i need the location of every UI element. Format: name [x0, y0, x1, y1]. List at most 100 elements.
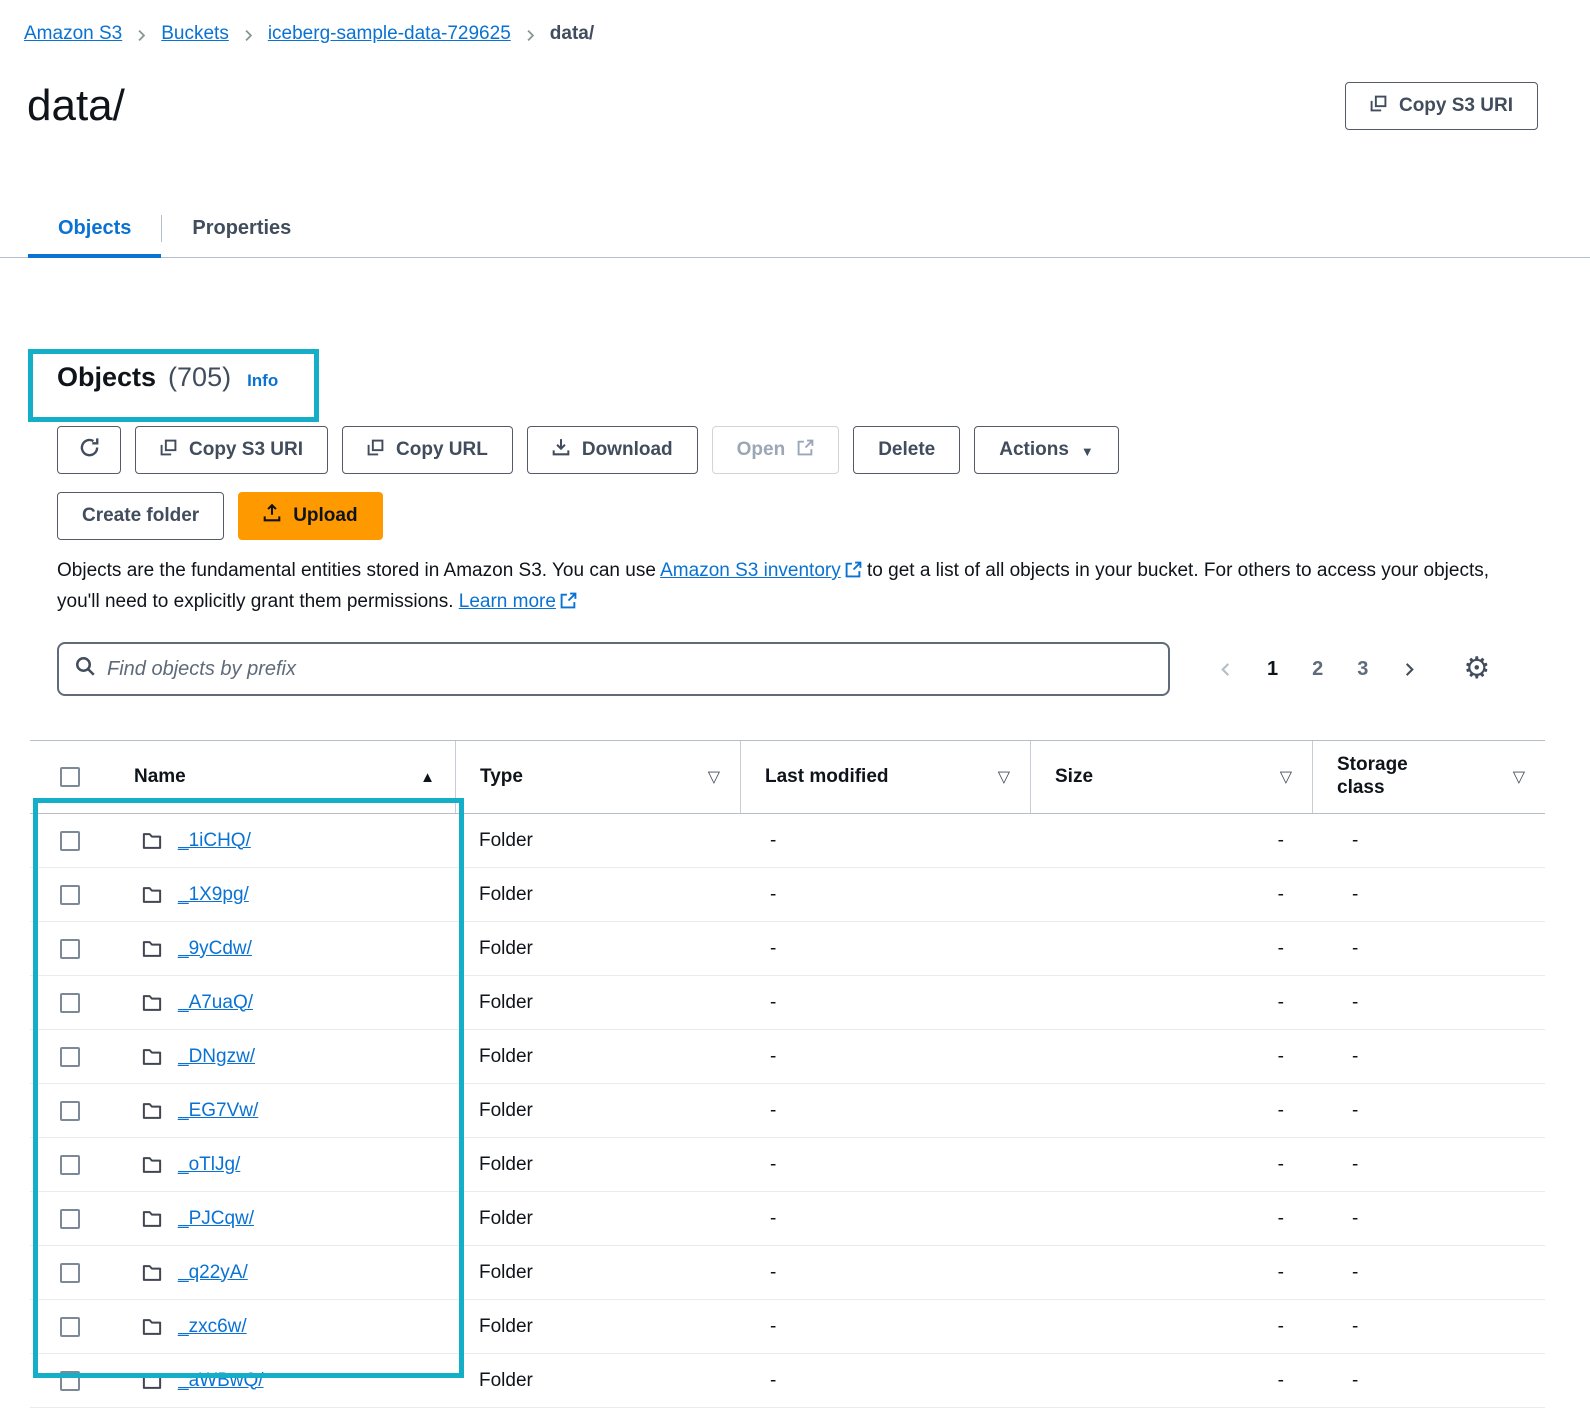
pagination-page-2[interactable]: 2: [1312, 658, 1323, 681]
copy-s3-uri-button[interactable]: Copy S3 URI: [135, 426, 328, 474]
row-checkbox[interactable]: [60, 1263, 80, 1283]
object-last-modified: -: [740, 1370, 1030, 1392]
row-checkbox[interactable]: [60, 885, 80, 905]
create-folder-button-label: Create folder: [82, 505, 199, 527]
objects-count: (705): [168, 362, 231, 393]
column-header-storage-class[interactable]: Storage class ▽: [1312, 741, 1545, 813]
sort-ascending-icon[interactable]: ▲: [420, 769, 435, 786]
pagination-next-button[interactable]: [1402, 662, 1417, 677]
row-checkbox-cell: [30, 1155, 110, 1175]
copy-url-button-label: Copy URL: [396, 439, 488, 461]
object-size: -: [1030, 1316, 1312, 1338]
column-header-size[interactable]: Size ▽: [1030, 741, 1312, 813]
info-link[interactable]: Info: [247, 371, 278, 391]
find-objects-input[interactable]: [107, 658, 1152, 681]
objects-toolbar-row-2: Create folder Upload: [57, 492, 1545, 540]
object-storage-class: -: [1312, 1316, 1545, 1338]
objects-table: Name ▲ Type ▽ Last modified ▽ Size ▽ Sto…: [30, 740, 1545, 1408]
open-button[interactable]: Open: [712, 426, 840, 474]
filter-icon[interactable]: ▽: [1280, 767, 1292, 787]
delete-button-label: Delete: [878, 439, 935, 461]
object-name-link[interactable]: _EG7Vw/: [178, 1100, 258, 1122]
table-row: _q22yA/ Folder - - -: [30, 1246, 1545, 1300]
copy-url-button[interactable]: Copy URL: [342, 426, 513, 474]
row-checkbox[interactable]: [60, 993, 80, 1013]
row-checkbox-cell: [30, 1371, 110, 1391]
download-button[interactable]: Download: [527, 426, 698, 474]
tab-objects[interactable]: Objects: [28, 200, 161, 257]
row-checkbox[interactable]: [60, 1101, 80, 1121]
object-last-modified: -: [740, 938, 1030, 960]
object-name-link[interactable]: _A7uaQ/: [178, 992, 253, 1014]
row-checkbox[interactable]: [60, 1155, 80, 1175]
copy-s3-uri-button-label: Copy S3 URI: [189, 439, 303, 461]
object-name-link[interactable]: _DNgzw/: [178, 1046, 255, 1068]
row-checkbox[interactable]: [60, 939, 80, 959]
column-header-last-modified[interactable]: Last modified ▽: [740, 741, 1030, 813]
object-storage-class: -: [1312, 1154, 1545, 1176]
column-header-name[interactable]: Name ▲: [110, 741, 455, 813]
row-checkbox[interactable]: [60, 1317, 80, 1337]
table-row: _9yCdw/ Folder - - -: [30, 922, 1545, 976]
filter-icon[interactable]: ▽: [1513, 767, 1525, 787]
folder-icon: [142, 832, 162, 850]
object-last-modified: -: [740, 1316, 1030, 1338]
preferences-gear-icon[interactable]: ⚙: [1463, 654, 1490, 684]
pagination-previous-button[interactable]: [1218, 662, 1233, 677]
object-name-link[interactable]: _1X9pg/: [178, 884, 249, 906]
object-name-link[interactable]: _q22yA/: [178, 1262, 248, 1284]
column-header-type[interactable]: Type ▽: [455, 741, 740, 813]
row-checkbox[interactable]: [60, 1209, 80, 1229]
row-checkbox[interactable]: [60, 1371, 80, 1391]
object-last-modified: -: [740, 1208, 1030, 1230]
row-checkbox[interactable]: [60, 1047, 80, 1067]
tab-properties-label: Properties: [192, 217, 291, 240]
tab-properties[interactable]: Properties: [162, 200, 321, 257]
object-name-link[interactable]: _1iCHQ/: [178, 830, 251, 852]
row-checkbox-cell: [30, 885, 110, 905]
object-name-link[interactable]: _zxc6w/: [178, 1316, 247, 1338]
object-size: -: [1030, 992, 1312, 1014]
filter-icon[interactable]: ▽: [708, 767, 720, 787]
table-row: _1iCHQ/ Folder - - -: [30, 814, 1545, 868]
row-checkbox[interactable]: [60, 831, 80, 851]
delete-button[interactable]: Delete: [853, 426, 960, 474]
breadcrumb-bucket-name[interactable]: iceberg-sample-data-729625: [268, 23, 511, 45]
pagination-page-1[interactable]: 1: [1267, 658, 1278, 681]
object-type: Folder: [455, 1262, 740, 1284]
object-name-link[interactable]: _aWBwQ/: [178, 1370, 264, 1392]
breadcrumb-buckets[interactable]: Buckets: [161, 23, 229, 45]
download-icon: [552, 438, 570, 462]
object-type: Folder: [455, 1154, 740, 1176]
table-row: _zxc6w/ Folder - - -: [30, 1300, 1545, 1354]
create-folder-button[interactable]: Create folder: [57, 492, 224, 540]
upload-button[interactable]: Upload: [238, 492, 382, 540]
copy-s3-uri-header-button[interactable]: Copy S3 URI: [1345, 82, 1538, 130]
object-size: -: [1030, 830, 1312, 852]
refresh-button[interactable]: [57, 426, 121, 474]
object-type: Folder: [455, 1208, 740, 1230]
breadcrumb-amazon-s3[interactable]: Amazon S3: [24, 23, 122, 45]
upload-button-label: Upload: [293, 505, 357, 527]
caret-down-icon: ▼: [1081, 445, 1094, 458]
actions-button[interactable]: Actions ▼: [974, 426, 1119, 474]
pagination-page-3[interactable]: 3: [1357, 658, 1368, 681]
filter-icon[interactable]: ▽: [998, 767, 1010, 787]
amazon-s3-inventory-link[interactable]: Amazon S3 inventory: [660, 560, 841, 581]
object-name-link[interactable]: _PJCqw/: [178, 1208, 254, 1230]
learn-more-link[interactable]: Learn more: [459, 591, 556, 612]
select-all-checkbox[interactable]: [60, 767, 80, 787]
object-storage-class: -: [1312, 830, 1545, 852]
object-last-modified: -: [740, 1154, 1030, 1176]
object-type: Folder: [455, 1046, 740, 1068]
object-storage-class: -: [1312, 1370, 1545, 1392]
object-name-link[interactable]: _oTlJg/: [178, 1154, 240, 1176]
object-name-link[interactable]: _9yCdw/: [178, 938, 252, 960]
search-box: [57, 642, 1170, 696]
copy-icon: [367, 439, 384, 462]
object-storage-class: -: [1312, 1046, 1545, 1068]
object-storage-class: -: [1312, 938, 1545, 960]
object-size: -: [1030, 1262, 1312, 1284]
search-icon: [75, 656, 95, 682]
object-storage-class: -: [1312, 992, 1545, 1014]
